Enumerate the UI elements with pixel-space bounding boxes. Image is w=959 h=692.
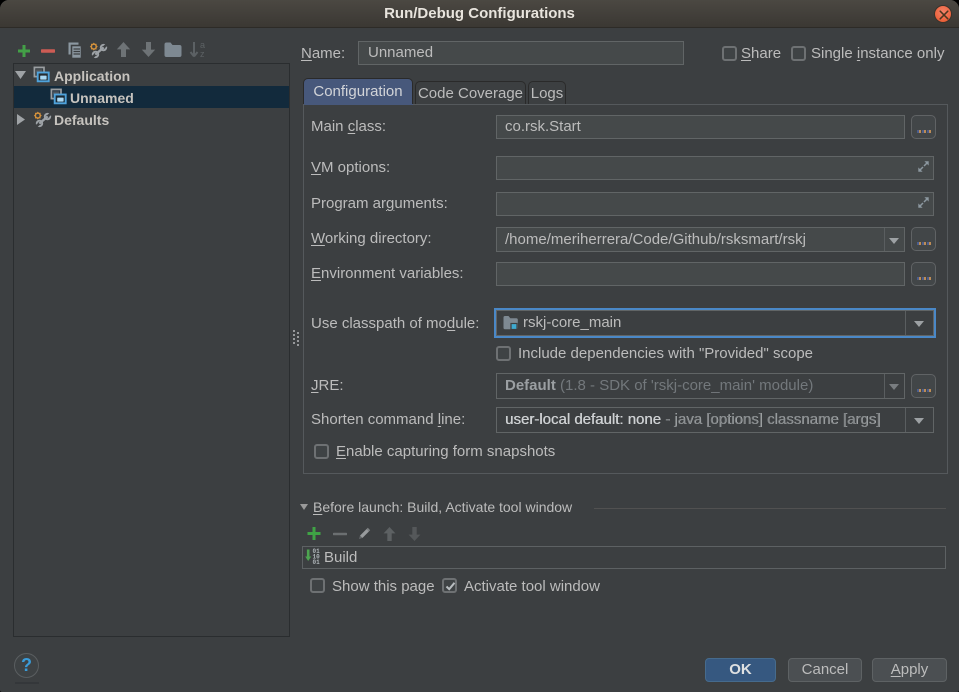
svg-text:01: 01 xyxy=(313,559,321,565)
svg-text:z: z xyxy=(200,49,205,58)
